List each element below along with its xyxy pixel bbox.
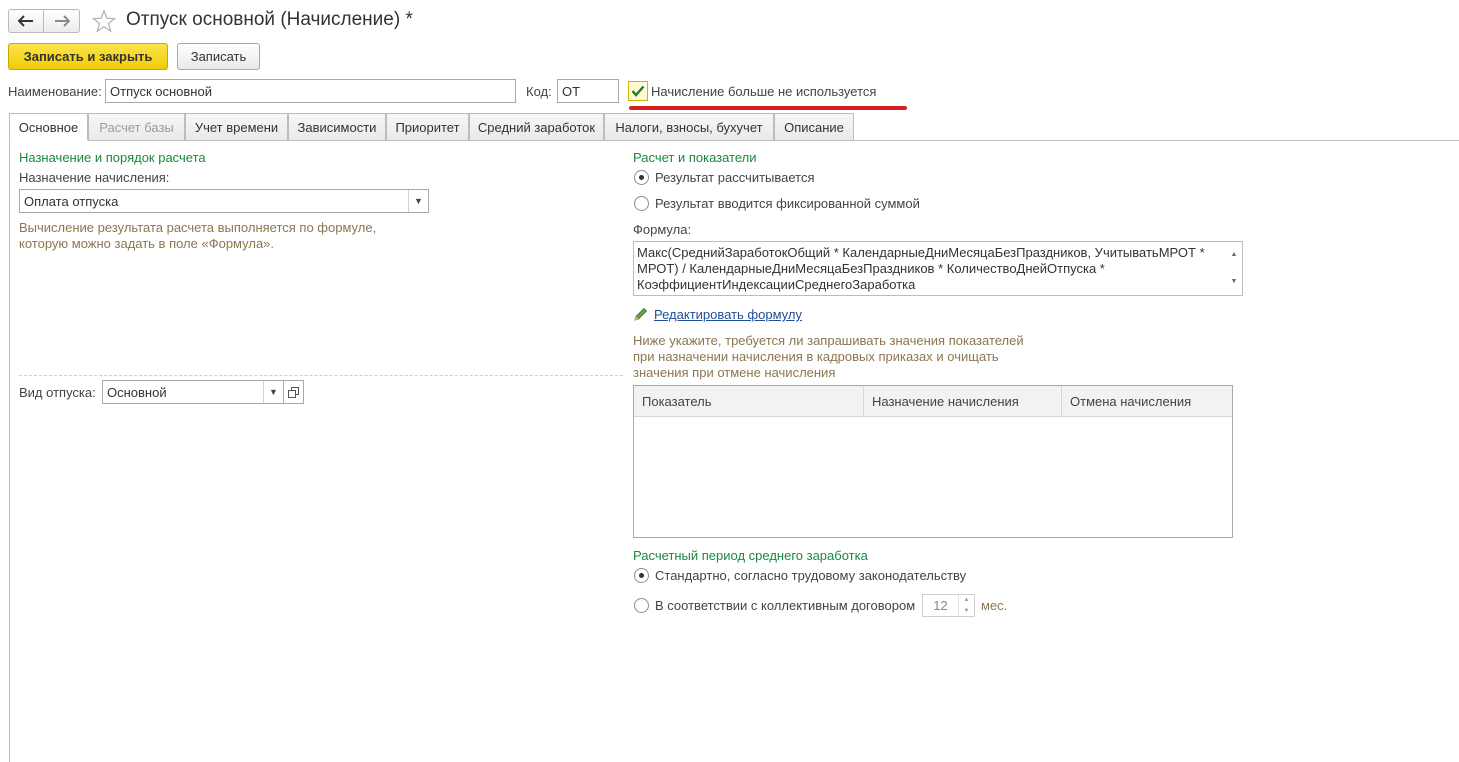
formula-line3: КоэффициентИндексацииСреднегоЗаработка [637, 277, 916, 292]
stepper-up-icon[interactable]: ▲ [964, 597, 970, 603]
edit-formula-link[interactable]: Редактировать формулу [654, 307, 802, 322]
back-button[interactable] [8, 9, 44, 33]
radio-result-fixed[interactable] [634, 196, 649, 211]
formula-hint: Вычисление результата расчета выполняетс… [19, 220, 519, 252]
indicators-hint-line2: при назначении начисления в кадровых при… [633, 349, 999, 364]
formula-label: Формула: [633, 222, 692, 237]
scroll-down-icon[interactable]: ▼ [1231, 274, 1238, 290]
formula-hint-line2: которую можно задать в поле «Формула». [19, 236, 275, 251]
radio-period-collective-label[interactable]: В соответствии с коллективным договором [655, 598, 915, 613]
tab-uchet-vremeni[interactable]: Учет времени [185, 113, 288, 141]
not-used-checkbox[interactable] [628, 81, 648, 101]
name-value: Отпуск основной [110, 83, 212, 99]
indicators-table-header: Показатель Назначение начисления Отмена … [634, 386, 1232, 417]
vacation-type-select[interactable]: Основной ▼ [102, 380, 284, 404]
code-value: ОТ [562, 83, 581, 99]
code-input[interactable]: ОТ [557, 79, 619, 103]
formula-line1: Макс(СреднийЗаработокОбщий * Календарные… [637, 245, 1205, 260]
tab-zavisimosti[interactable]: Зависимости [288, 113, 386, 141]
indicators-hint-line1: Ниже укажите, требуется ли запрашивать з… [633, 333, 1024, 348]
calc-group-title: Расчет и показатели [633, 150, 757, 165]
pencil-icon[interactable] [634, 307, 648, 321]
code-label: Код: [526, 84, 552, 99]
purpose-value: Оплата отпуска [24, 193, 119, 209]
purpose-group-title: Назначение и порядок расчета [19, 150, 206, 165]
tab-nalogi[interactable]: Налоги, взносы, бухучет [604, 113, 774, 141]
checkmark-icon [631, 85, 645, 97]
stepper-down-icon[interactable]: ▼ [964, 608, 970, 614]
radio-period-standard-label[interactable]: Стандартно, согласно трудовому законодат… [655, 568, 966, 583]
triangle-down-icon[interactable]: ▼ [408, 190, 428, 212]
purpose-select[interactable]: Оплата отпуска ▼ [19, 189, 429, 213]
formula-hint-line1: Вычисление результата расчета выполняетс… [19, 220, 377, 235]
tab-sredniy-zarabotok[interactable]: Средний заработок [469, 113, 604, 141]
arrow-left-icon [18, 15, 33, 27]
triangle-down-icon[interactable]: ▼ [263, 381, 283, 403]
open-vacation-type-button[interactable] [284, 380, 304, 404]
radio-result-fixed-label[interactable]: Результат вводится фиксированной суммой [655, 196, 920, 211]
column-header-assignment[interactable]: Назначение начисления [864, 386, 1062, 417]
months-stepper[interactable]: 12 ▲ ▼ [922, 594, 975, 617]
column-header-cancel[interactable]: Отмена начисления [1062, 386, 1232, 417]
indicators-table[interactable]: Показатель Назначение начисления Отмена … [633, 385, 1233, 538]
tab-osnovnoe[interactable]: Основное [9, 113, 88, 141]
red-highlight-underline [629, 106, 907, 110]
save-and-close-button[interactable]: Записать и закрыть [8, 43, 168, 70]
indicators-hint-line3: значения при отмене начисления [633, 365, 836, 380]
tab-opisanie[interactable]: Описание [774, 113, 854, 141]
formula-scrollbar[interactable]: ▲ ▼ [1226, 242, 1242, 295]
stepper-arrows[interactable]: ▲ ▼ [958, 595, 974, 616]
indicators-hint: Ниже укажите, требуется ли запрашивать з… [633, 333, 1133, 381]
months-unit: мес. [981, 598, 1008, 613]
formula-line2: МРОТ) / КалендарныеДниМесяцаБезПразднико… [637, 261, 1105, 276]
tab-prioritet[interactable]: Приоритет [386, 113, 469, 141]
save-button[interactable]: Записать [177, 43, 260, 70]
vacation-type-value: Основной [107, 384, 167, 400]
months-value: 12 [933, 598, 948, 613]
purpose-label: Назначение начисления: [19, 170, 170, 185]
radio-result-calculated-label[interactable]: Результат рассчитывается [655, 170, 815, 185]
period-group-title: Расчетный период среднего заработка [633, 548, 868, 563]
radio-result-calculated[interactable] [634, 170, 649, 185]
star-outline-icon[interactable] [92, 10, 116, 33]
column-header-indicator[interactable]: Показатель [634, 386, 864, 417]
scroll-up-icon[interactable]: ▲ [1231, 247, 1238, 263]
forward-button[interactable] [44, 9, 80, 33]
tab-raschet-bazy[interactable]: Расчет базы [88, 113, 185, 141]
name-label: Наименование: [8, 84, 102, 99]
name-input[interactable]: Отпуск основной [105, 79, 516, 103]
vacation-type-label: Вид отпуска: [19, 385, 96, 400]
tab-strip-border [9, 140, 1459, 141]
not-used-label[interactable]: Начисление больше не используется [651, 84, 876, 99]
open-window-icon [288, 386, 299, 398]
arrow-right-icon [54, 15, 70, 27]
page-title: Отпуск основной (Начисление) * [126, 9, 413, 30]
section-divider [19, 375, 623, 376]
radio-period-standard[interactable] [634, 568, 649, 583]
panel-left-border [9, 140, 10, 762]
formula-textarea[interactable]: Макс(СреднийЗаработокОбщий * Календарные… [633, 241, 1243, 296]
radio-period-collective[interactable] [634, 598, 649, 613]
